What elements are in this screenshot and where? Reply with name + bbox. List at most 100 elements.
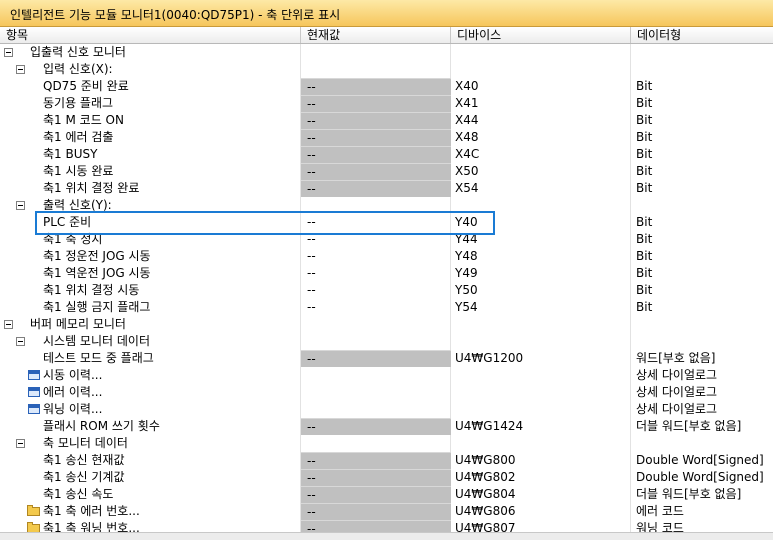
dialog-window-icon[interactable] — [28, 404, 40, 414]
item-label: QD75 준비 완료 — [43, 79, 129, 93]
data-type-cell: Bit — [636, 164, 653, 178]
device-cell: X48 — [455, 130, 479, 144]
item-label: 축1 BUSY — [43, 147, 98, 161]
collapse-toggle-icon[interactable] — [4, 320, 13, 329]
collapse-toggle-icon[interactable] — [16, 201, 25, 210]
table-row-axis-error-number[interactable]: 축1 축 에러 번호... -- U4₩G806 에러 코드 — [0, 503, 773, 520]
table-row[interactable]: 축1 송신 현재값 -- U4₩G800 Double Word[Signed] — [0, 452, 773, 469]
table-row[interactable]: 플래시 ROM 쓰기 횟수 -- U4₩G1424 더블 워드[부호 없음] — [0, 418, 773, 435]
table-row[interactable]: 테스트 모드 중 플래그 -- U4₩G1200 워드[부호 없음] — [0, 350, 773, 367]
tree-row-buffer-memory-monitor[interactable]: 버퍼 메모리 모니터 — [0, 316, 773, 333]
dialog-window-icon[interactable] — [28, 370, 40, 380]
table-row[interactable]: 축1 실행 금지 플래그 -- Y54 Bit — [0, 299, 773, 316]
folder-icon[interactable] — [27, 505, 40, 516]
table-row[interactable]: QD75 준비 완료 -- X40 Bit — [0, 78, 773, 95]
item-label: 축1 실행 금지 플래그 — [43, 300, 151, 314]
data-type-cell: 상세 다이얼로그 — [636, 368, 718, 382]
item-label: 플래시 ROM 쓰기 횟수 — [43, 419, 160, 433]
column-header-data-type[interactable]: 데이터형 — [631, 27, 773, 43]
table-row-error-history[interactable]: 에러 이력... 상세 다이얼로그 — [0, 384, 773, 401]
data-type-cell: Bit — [636, 79, 653, 93]
table-row[interactable]: 축1 정운전 JOG 시동 -- Y48 Bit — [0, 248, 773, 265]
item-label[interactable]: 워닝 이력... — [43, 401, 102, 418]
item-label[interactable]: 에러 이력... — [43, 384, 102, 401]
item-label: 축1 정운전 JOG 시동 — [43, 249, 151, 263]
table-row[interactable]: 축1 송신 속도 -- U4₩G804 더블 워드[부호 없음] — [0, 486, 773, 503]
device-cell: U4₩G804 — [455, 487, 516, 501]
collapse-toggle-icon[interactable] — [16, 439, 25, 448]
item-label: 버퍼 메모리 모니터 — [30, 317, 126, 331]
device-cell: X40 — [455, 79, 479, 93]
monitor-tree-table: 입출력 신호 모니터 입력 신호(X): QD75 준비 완료 -- X40 B… — [0, 44, 773, 540]
tree-row-axis-monitor-data[interactable]: 축 모니터 데이터 — [0, 435, 773, 452]
column-header: 항목 현재값 디바이스 데이터형 — [0, 27, 773, 44]
table-row-start-history[interactable]: 시동 이력... 상세 다이얼로그 — [0, 367, 773, 384]
item-label: 축1 송신 기계값 — [43, 470, 125, 484]
current-value-cell: -- — [301, 112, 451, 129]
tree-row-input-signals[interactable]: 입력 신호(X): — [0, 61, 773, 78]
table-row[interactable]: 축1 송신 기계값 -- U4₩G802 Double Word[Signed] — [0, 469, 773, 486]
collapse-toggle-icon[interactable] — [16, 65, 25, 74]
table-row-warning-history[interactable]: 워닝 이력... 상세 다이얼로그 — [0, 401, 773, 418]
data-type-cell: Bit — [636, 147, 653, 161]
item-label: 동기용 플래그 — [43, 96, 114, 110]
item-label: 축1 에러 검출 — [43, 130, 114, 144]
current-value-cell: -- — [301, 163, 451, 180]
device-cell: X54 — [455, 181, 479, 195]
table-row[interactable]: 축1 위치 결정 완료 -- X54 Bit — [0, 180, 773, 197]
current-value-cell: -- — [301, 350, 451, 367]
data-type-cell: 더블 워드[부호 없음] — [636, 487, 742, 501]
item-label: 축1 시동 완료 — [43, 164, 114, 178]
table-row[interactable]: 축1 M 코드 ON -- X44 Bit — [0, 112, 773, 129]
device-cell: U4₩G1424 — [455, 419, 524, 433]
table-row[interactable]: 축1 시동 완료 -- X50 Bit — [0, 163, 773, 180]
collapse-toggle-icon[interactable] — [16, 337, 25, 346]
data-type-cell: Bit — [636, 249, 653, 263]
data-type-cell: Bit — [636, 130, 653, 144]
current-value-cell: -- — [301, 469, 451, 486]
data-type-cell: Bit — [636, 215, 653, 229]
current-value-cell: -- — [307, 300, 316, 314]
data-type-cell: 더블 워드[부호 없음] — [636, 419, 742, 433]
device-cell: X44 — [455, 113, 479, 127]
table-row[interactable]: 축1 역운전 JOG 시동 -- Y49 Bit — [0, 265, 773, 282]
item-cell: 버퍼 메모리 모니터 — [0, 316, 301, 333]
data-type-cell: Bit — [636, 96, 653, 110]
current-value-cell: -- — [301, 95, 451, 112]
tree-row-system-monitor-data[interactable]: 시스템 모니터 데이터 — [0, 333, 773, 350]
item-label: 입출력 신호 모니터 — [30, 45, 126, 59]
item-cell: 입출력 신호 모니터 — [0, 44, 301, 61]
selection-highlight-box — [35, 211, 495, 235]
device-cell: U4₩G1200 — [455, 351, 524, 365]
table-row[interactable]: 축1 위치 결정 시동 -- Y50 Bit — [0, 282, 773, 299]
item-label: 축1 송신 속도 — [43, 487, 114, 501]
table-row[interactable]: 축1 BUSY -- X4C Bit — [0, 146, 773, 163]
data-type-cell: Double Word[Signed] — [636, 453, 764, 467]
dialog-window-icon[interactable] — [28, 387, 40, 397]
item-label: 축1 위치 결정 시동 — [43, 283, 140, 297]
device-cell: X41 — [455, 96, 479, 110]
column-header-device[interactable]: 디바이스 — [451, 27, 631, 43]
data-type-cell: Bit — [636, 181, 653, 195]
item-label: 테스트 모드 중 플래그 — [43, 351, 154, 365]
current-value-cell: -- — [301, 486, 451, 503]
device-cell: U4₩G806 — [455, 504, 516, 518]
current-value-cell: -- — [307, 249, 316, 263]
horizontal-scrollbar[interactable] — [0, 532, 773, 540]
device-cell: Y54 — [455, 300, 478, 314]
tree-row-io-signal-monitor[interactable]: 입출력 신호 모니터 — [0, 44, 773, 61]
collapse-toggle-icon[interactable] — [4, 48, 13, 57]
data-type-cell: Double Word[Signed] — [636, 470, 764, 484]
column-header-current-value[interactable]: 현재값 — [301, 27, 451, 43]
column-header-item[interactable]: 항목 — [0, 27, 301, 43]
window-titlebar: 인텔리전트 기능 모듈 모니터1(0040:QD75P1) - 축 단위로 표시 — [0, 0, 773, 27]
table-row[interactable]: 축1 에러 검출 -- X48 Bit — [0, 129, 773, 146]
data-type-cell: 에러 코드 — [636, 504, 684, 518]
item-label[interactable]: 축1 축 에러 번호... — [43, 503, 140, 520]
item-label[interactable]: 시동 이력... — [43, 367, 102, 384]
table-row[interactable]: 동기용 플래그 -- X41 Bit — [0, 95, 773, 112]
window-title: 인텔리전트 기능 모듈 모니터1(0040:QD75P1) - 축 단위로 표시 — [10, 8, 341, 22]
data-type-cell: Bit — [636, 283, 653, 297]
item-label: 축1 송신 현재값 — [43, 453, 125, 467]
item-label: 축 모니터 데이터 — [43, 436, 128, 450]
